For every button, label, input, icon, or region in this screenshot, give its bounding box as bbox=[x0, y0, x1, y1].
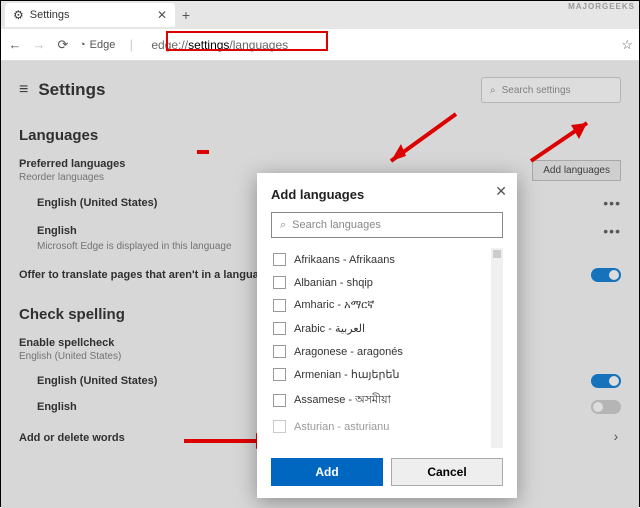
list-item[interactable]: Amharic - አማርኛ bbox=[271, 294, 503, 317]
url-display[interactable]: edge://settings/languages bbox=[147, 37, 292, 53]
gear-icon: ⚙ bbox=[13, 8, 24, 22]
new-tab-button[interactable]: + bbox=[175, 7, 197, 23]
origin-label: Edge bbox=[90, 39, 116, 51]
browser-tab[interactable]: ⚙ Settings ✕ bbox=[5, 3, 175, 27]
list-item[interactable]: Albanian - shqip bbox=[271, 271, 503, 294]
close-icon[interactable]: ✕ bbox=[495, 183, 507, 200]
language-list[interactable]: Afrikaans - Afrikaans Albanian - shqip A… bbox=[271, 248, 503, 448]
checkbox[interactable] bbox=[273, 276, 286, 289]
checkbox[interactable] bbox=[273, 394, 286, 407]
watermark: MAJORGEEKS bbox=[564, 1, 639, 12]
list-item[interactable]: Aragonese - aragonés bbox=[271, 340, 503, 363]
edge-logo-icon: ◔ bbox=[79, 39, 86, 51]
tab-strip: ⚙ Settings ✕ + MAJORGEEKS bbox=[1, 1, 639, 29]
dialog-buttons: Add Cancel bbox=[271, 458, 503, 486]
checkbox[interactable] bbox=[273, 345, 286, 358]
list-item[interactable]: Asturian - asturianu bbox=[271, 415, 503, 438]
back-icon[interactable]: ← bbox=[7, 37, 23, 52]
close-tab-icon[interactable]: ✕ bbox=[157, 8, 167, 22]
refresh-icon[interactable]: ⟳ bbox=[55, 37, 71, 53]
list-item[interactable]: Afrikaans - Afrikaans bbox=[271, 248, 503, 271]
tab-title: Settings bbox=[30, 9, 70, 21]
dialog-search-placeholder: Search languages bbox=[292, 219, 381, 231]
search-icon: ⌕ bbox=[280, 219, 286, 232]
checkbox[interactable] bbox=[273, 253, 286, 266]
settings-page: ≡ Settings ⌕ Search settings Languages P… bbox=[1, 61, 639, 508]
checkbox[interactable] bbox=[273, 322, 286, 335]
checkbox[interactable] bbox=[273, 368, 286, 381]
list-item[interactable]: Armenian - հայերեն bbox=[271, 363, 503, 386]
checkbox[interactable] bbox=[273, 299, 286, 312]
annotation-mark bbox=[197, 150, 209, 154]
list-item[interactable]: Arabic - العربية bbox=[271, 317, 503, 340]
add-button[interactable]: Add bbox=[271, 458, 383, 486]
checkbox[interactable] bbox=[273, 420, 286, 433]
list-item[interactable]: Assamese - অসমীয়া bbox=[271, 386, 503, 415]
favorite-icon[interactable]: ☆ bbox=[621, 37, 633, 53]
separator: | bbox=[123, 37, 139, 52]
site-identity: ◔ Edge bbox=[79, 39, 115, 51]
add-languages-dialog: ✕ Add languages ⌕ Search languages Afrik… bbox=[257, 173, 517, 498]
dialog-search-input[interactable]: ⌕ Search languages bbox=[271, 212, 503, 238]
scrollbar[interactable] bbox=[491, 248, 503, 448]
cancel-button[interactable]: Cancel bbox=[391, 458, 503, 486]
address-bar: ← → ⟳ ◔ Edge | edge://settings/languages… bbox=[1, 29, 639, 61]
dialog-title: Add languages bbox=[271, 187, 503, 202]
forward-icon[interactable]: → bbox=[31, 37, 47, 52]
